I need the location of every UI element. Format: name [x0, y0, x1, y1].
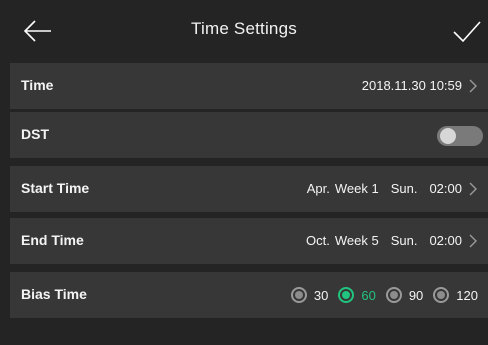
bias-time-radio-group: 30 60 90 120 [290, 283, 488, 307]
end-time-row[interactable]: End Time Oct. Week 5 Sun. 02:00 [10, 218, 488, 264]
time-row[interactable]: Time 2018.11.30 10:59 [10, 63, 488, 109]
end-month: Oct. [306, 233, 330, 248]
bias-option-30[interactable]: 30 [290, 287, 328, 303]
chevron-right-icon [469, 79, 477, 93]
bias-option-60[interactable]: 60 [338, 287, 376, 303]
start-month: Apr. [306, 181, 330, 196]
dst-label: DST [21, 126, 49, 142]
time-settings-screen: Time Settings Time 2018.11.30 10:59 DST … [0, 0, 488, 345]
end-week: Week 5 [334, 233, 379, 248]
radio-icon [433, 287, 450, 303]
chevron-right-icon [469, 182, 477, 196]
header-bar: Time Settings [0, 0, 488, 60]
bias-option-90[interactable]: 90 [385, 287, 423, 303]
checkmark-icon [453, 21, 481, 43]
end-clock: 02:00 [429, 233, 462, 248]
bias-time-label: Bias Time [21, 286, 87, 302]
dst-toggle[interactable] [437, 126, 483, 146]
start-clock: 02:00 [429, 181, 462, 196]
dst-row: DST [10, 112, 488, 158]
page-title: Time Settings [191, 19, 297, 38]
time-label: Time [21, 77, 54, 93]
radio-selected-icon [338, 287, 355, 303]
bias-option-120[interactable]: 120 [433, 287, 478, 303]
end-time-value: Oct. Week 5 Sun. 02:00 [306, 233, 462, 248]
time-value: 2018.11.30 10:59 [361, 78, 462, 93]
toggle-knob [440, 128, 456, 144]
confirm-button[interactable] [448, 14, 484, 50]
chevron-right-icon [469, 234, 477, 248]
start-time-label: Start Time [21, 180, 90, 196]
start-time-row[interactable]: Start Time Apr. Week 1 Sun. 02:00 [10, 166, 488, 212]
end-time-label: End Time [21, 232, 84, 248]
start-time-value: Apr. Week 1 Sun. 02:00 [307, 181, 462, 196]
bias-time-row: Bias Time 30 60 90 120 [10, 272, 488, 318]
start-day: Sun. [390, 181, 418, 196]
radio-icon [290, 287, 307, 303]
radio-icon [385, 287, 402, 303]
start-week: Week 1 [334, 181, 379, 196]
end-day: Sun. [390, 233, 418, 248]
